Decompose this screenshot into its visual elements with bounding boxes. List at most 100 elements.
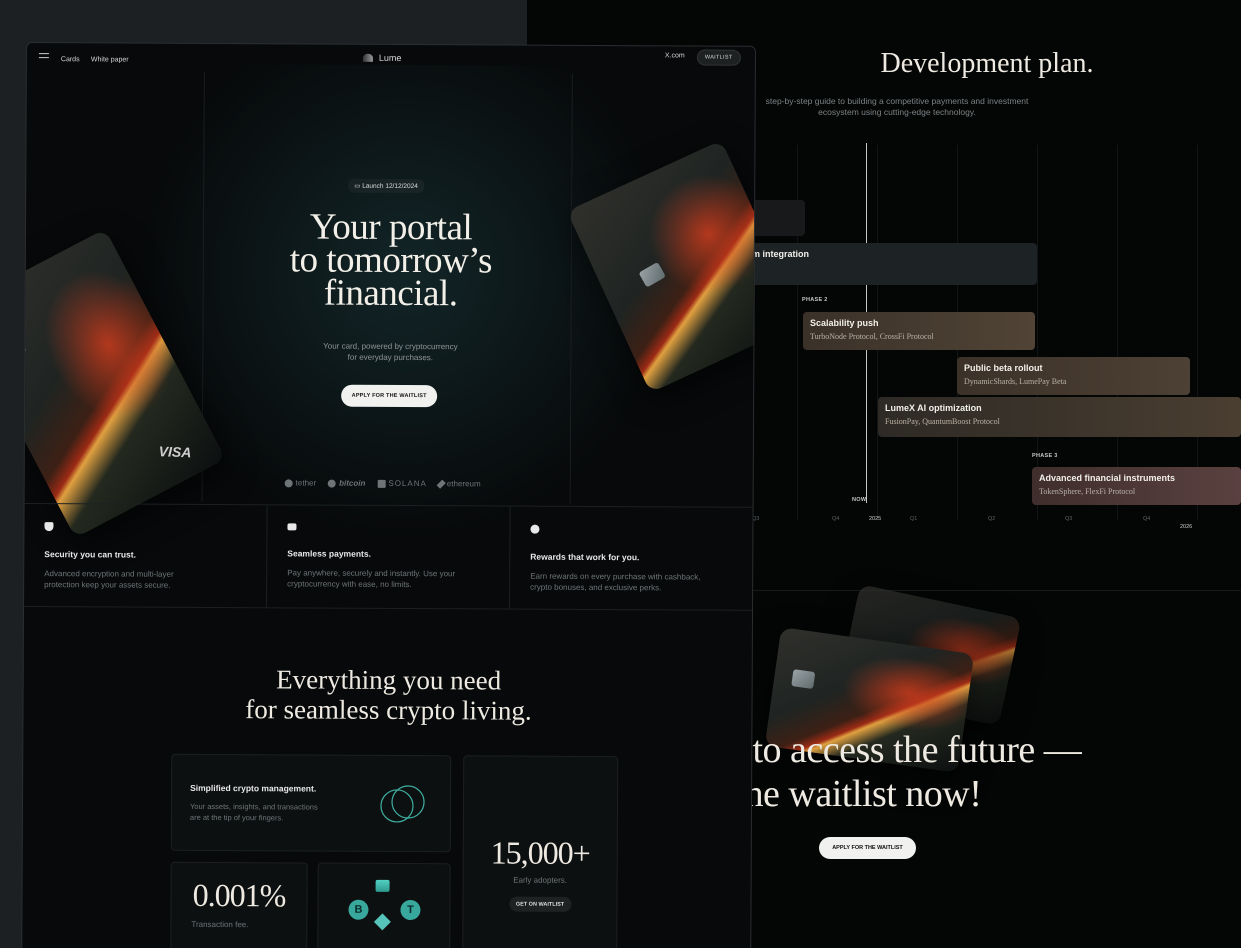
crypto-logos: tether bitcoin SOLANA ethereum [284, 478, 481, 489]
timeline-bar-system-integration[interactable]: ystem integration ecam [727, 243, 1037, 285]
bitcoin-logo: bitcoin [328, 479, 365, 488]
now-label: NOW [852, 497, 867, 503]
feature-rewards: Rewards that work for you. Earn rewards … [510, 507, 753, 610]
menu-icon[interactable] [38, 53, 49, 61]
card-desc-line: Your assets, insights, and transactions [189, 801, 318, 812]
card-desc-line: are at the tip of your fingers. [189, 812, 284, 823]
card-chip-icon [638, 261, 666, 288]
brand-name: Lume [378, 52, 402, 63]
fee-value: 0.001% [192, 876, 286, 914]
early-adopters-card: 15,000+ Early adopters. GET ON WAITLIST [462, 755, 619, 948]
timeline-bar-sub: TokenSphere, FlexFi Protocol [1039, 487, 1136, 496]
feature-title: Security you can trust. [44, 549, 136, 560]
grid-line [1037, 145, 1038, 520]
solana-label: SOLANA [388, 478, 427, 489]
nav-link-white-paper[interactable]: White paper [91, 56, 129, 63]
landing-page: Cards White paper Lume X.com WAITLIST VI… [21, 42, 756, 948]
grid-line [1197, 145, 1198, 520]
grid-line [1117, 145, 1118, 520]
timeline-bar-public-beta[interactable]: Public beta rollout DynamicShards, LumeP… [957, 357, 1190, 395]
solana-icon [377, 479, 386, 488]
feature-desc-line: Earn rewards on every purchase with cash… [530, 571, 701, 582]
plan-subtitle: step-by-step guide to building a competi… [737, 96, 1057, 118]
fee-card: 0.001% Transaction fee. [170, 861, 308, 948]
cta-title-line: rst to access the future — [707, 729, 1082, 771]
feature-desc-line: Pay anywhere, securely and instantly. Us… [287, 568, 456, 579]
timeline-bar-sub: DynamicShards, LumePay Beta [964, 377, 1067, 386]
phase-2-label: PHASE 2 [802, 297, 828, 303]
feature-title: Seamless payments. [287, 548, 371, 559]
card-desc: Your assets, insights, and transactions a… [190, 801, 360, 824]
feature-desc: Advanced encryption and multi-layer prote… [44, 568, 246, 591]
apply-waitlist-button[interactable]: APPLY FOR THE WAITLIST [341, 384, 438, 408]
features-row: Security you can trust. Advanced encrypt… [24, 502, 753, 611]
timeline-tick: Q3 [1065, 516, 1073, 522]
plan-subtitle-line: step-by-step guide to building a competi… [765, 96, 1029, 106]
plan-title: Development plan. [880, 48, 1094, 79]
ethereum-label: ethereum [446, 479, 481, 489]
top-nav: Cards White paper Lume X.com WAITLIST [27, 43, 755, 75]
x-link[interactable]: X.com [665, 52, 685, 59]
timeline-bar-title: LumeX AI optimization [885, 403, 982, 413]
dollar-coin-icon [530, 524, 540, 534]
feature-desc-line: Advanced encryption and multi-layer [44, 569, 174, 579]
nav-link-cards[interactable]: Cards [61, 56, 80, 63]
solana-icon [375, 879, 390, 892]
fee-label: Transaction fee. [191, 919, 249, 930]
hero-subtitle: Your card, powered by cryptocurrency for… [295, 340, 485, 363]
bitcoin-icon [328, 479, 337, 488]
feature-title: Rewards that work for you. [530, 551, 640, 563]
feature-desc: Pay anywhere, securely and instantly. Us… [287, 567, 489, 590]
card-chip-icon [21, 335, 27, 362]
section-title-line: Everything you need [276, 664, 502, 696]
section-title-line: for seamless crypto living. [245, 694, 532, 726]
coins-card: B T [317, 862, 451, 948]
tether-logo: tether [284, 478, 317, 488]
timeline-bar-scalability[interactable]: Scalability push TurboNode Protocol, Cro… [803, 312, 1035, 350]
hero-subtitle-line: for everyday purchases. [347, 352, 434, 363]
cta-apply-button[interactable]: APPLY FOR THE WAITLIST [819, 837, 916, 859]
adopters-label: Early adopters. [513, 875, 568, 885]
brand-logo[interactable]: Lume [362, 52, 402, 63]
timeline-bar-title: ystem integration [734, 249, 810, 259]
timeline-bar-title: Public beta rollout [964, 363, 1043, 373]
tether-label: tether [295, 478, 317, 488]
timeline-bar-sub: TurboNode Protocol, CrossFi Protocol [810, 332, 934, 341]
feature-desc-line: crypto bonuses, and exclusive perks. [530, 582, 662, 593]
timeline-tick: Q1 [910, 516, 918, 522]
logo-mark-icon [362, 53, 373, 62]
section-divider [727, 590, 1241, 591]
tether-icon [284, 478, 293, 487]
section-title: Everything you need for seamless crypto … [233, 664, 543, 726]
feature-desc-line: protection keep your assets secure. [44, 580, 171, 590]
timeline-tick: Q4 [832, 516, 840, 522]
plan-subtitle-line: ecosystem using cutting-edge technology. [818, 107, 976, 117]
crypto-management-card: Simplified crypto management. Your asset… [170, 753, 452, 853]
launch-badge: ▭ Launch 12/12/2024 [348, 178, 424, 194]
adopters-value: 15,000+ [490, 834, 590, 871]
ethereum-icon [373, 913, 391, 931]
card-chip-icon [791, 669, 816, 690]
timeline-bar-advanced-instruments[interactable]: Advanced financial instruments TokenSphe… [1032, 467, 1241, 505]
bitcoin-label: bitcoin [339, 478, 366, 488]
timeline-bar-title: Advanced financial instruments [1039, 473, 1176, 483]
phase-3-label: PHASE 3 [1032, 453, 1058, 459]
rings-icon [380, 785, 425, 823]
timeline-bar-lumex-ai[interactable]: LumeX AI optimization FusionPay, Quantum… [878, 397, 1241, 437]
hero-title: Your portal to tomorrow’s financial. [251, 206, 532, 314]
feature-security: Security you can trust. Advanced encrypt… [24, 503, 268, 608]
bitcoin-icon: B [348, 899, 369, 920]
feature-payments: Seamless payments. Pay anywhere, securel… [267, 505, 511, 609]
timeline-bar-title: Scalability push [810, 318, 879, 328]
waitlist-nav-button[interactable]: WAITLIST [696, 49, 741, 66]
cta-title: rst to access the future — n the waitlis… [707, 728, 1207, 816]
ethereum-icon [436, 479, 446, 489]
feature-desc-line: cryptocurrency with ease, no limits. [287, 579, 412, 590]
hero-subtitle-line: Your card, powered by cryptocurrency [323, 341, 458, 352]
timeline-tick: 2025 [869, 516, 882, 522]
visa-logo: VISA [158, 443, 192, 461]
timeline-tick: Q4 [1143, 516, 1151, 522]
tether-icon: T [400, 899, 421, 921]
card-icon [287, 523, 297, 531]
get-on-waitlist-button[interactable]: GET ON WAITLIST [508, 896, 572, 912]
